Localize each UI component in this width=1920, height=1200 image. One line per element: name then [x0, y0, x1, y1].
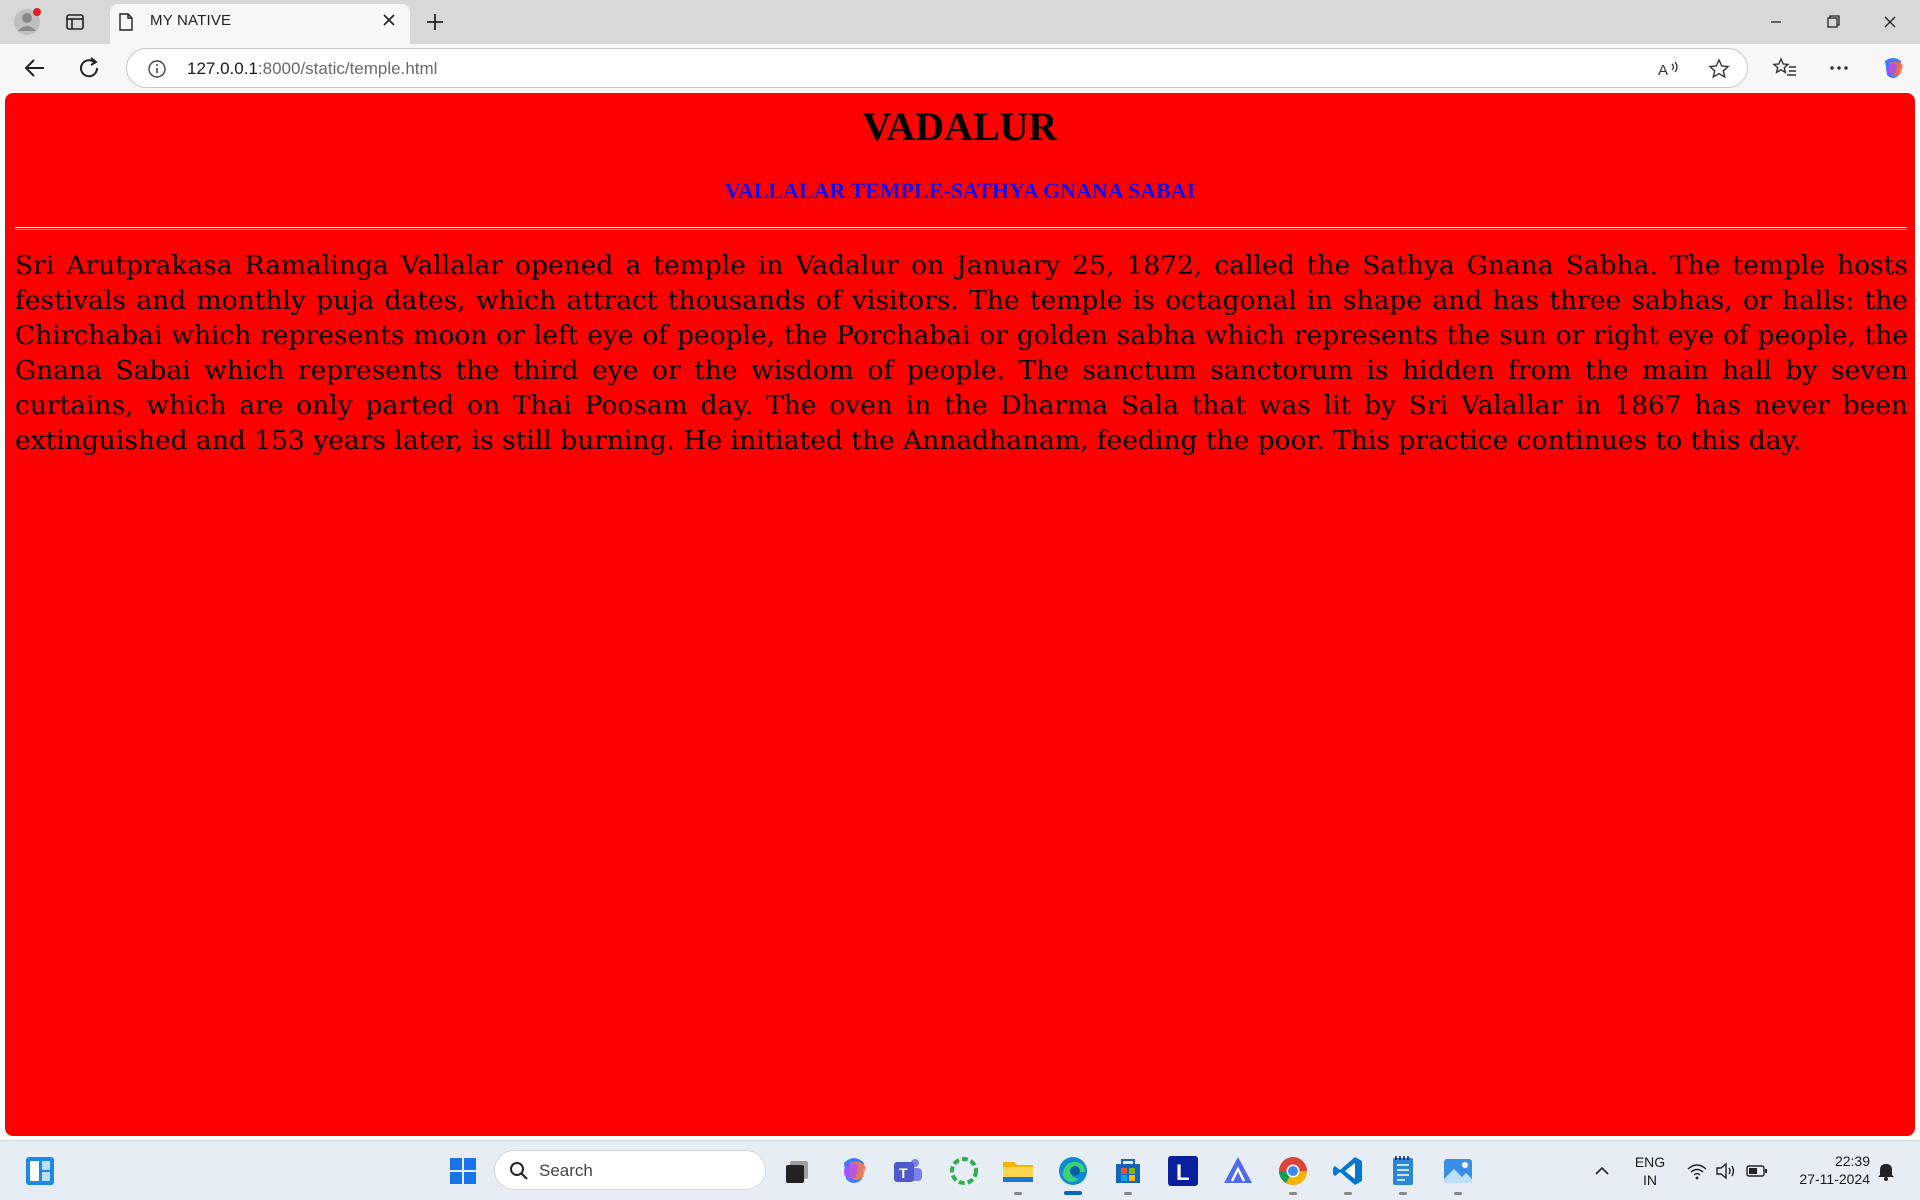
new-tab-icon[interactable] — [422, 9, 448, 35]
divider — [15, 227, 1907, 230]
clock[interactable]: 22:39 27-11-2024 — [1778, 1152, 1870, 1188]
chrome-running-indicator — [1289, 1192, 1297, 1195]
address-bar[interactable]: 127.0.0.1:8000/static/temple.html A — [126, 48, 1748, 88]
wifi-icon[interactable] — [1686, 1161, 1708, 1181]
volume-icon[interactable] — [1715, 1161, 1737, 1181]
page-subtitle: VALLALAR TEMPLE-SATHYA GNANA SABAI — [724, 178, 1196, 203]
svg-text:A: A — [1658, 62, 1668, 79]
file-explorer-running-indicator — [1014, 1192, 1022, 1195]
copilot-app-icon[interactable] — [836, 1153, 872, 1189]
close-window-icon[interactable] — [1867, 8, 1913, 36]
photos-icon[interactable] — [1440, 1153, 1476, 1189]
close-tab-icon[interactable] — [380, 11, 398, 29]
site-info-icon[interactable] — [147, 59, 167, 79]
profile-avatar-icon[interactable] — [12, 7, 42, 37]
vscode-icon[interactable] — [1330, 1153, 1366, 1189]
page-viewport: VADALUR VALLALAR TEMPLE-SATHYA GNANA SAB… — [5, 93, 1915, 1136]
restore-icon[interactable] — [1810, 8, 1856, 36]
tab-title: MY NATIVE — [150, 12, 232, 29]
favorite-star-icon[interactable] — [1707, 58, 1731, 80]
notepad-running-indicator — [1399, 1192, 1407, 1195]
chevron-up-icon[interactable] — [1591, 1161, 1613, 1181]
svg-text:L: L — [1176, 1160, 1189, 1185]
more-options-icon[interactable] — [1825, 55, 1853, 81]
start-icon[interactable] — [445, 1153, 481, 1189]
language-code: ENG — [1634, 1154, 1666, 1170]
store-icon[interactable] — [1110, 1153, 1146, 1189]
page-icon — [118, 13, 134, 31]
back-arrow-icon[interactable] — [20, 54, 50, 82]
edge-active-indicator — [1064, 1191, 1082, 1195]
task-view-icon[interactable] — [780, 1153, 816, 1189]
browser-tab-strip: MY NATIVE — [0, 0, 1920, 44]
copilot-icon[interactable] — [1879, 55, 1907, 81]
language-indicator[interactable]: ENG IN — [1630, 1153, 1670, 1189]
description-paragraph: Sri Arutprakasa Ramalinga Vallalar opene… — [15, 250, 1908, 456]
teams-icon[interactable]: T — [890, 1153, 926, 1189]
store-running-indicator — [1124, 1192, 1132, 1195]
svg-text:T: T — [899, 1165, 908, 1181]
search-placeholder: Search — [539, 1161, 593, 1180]
region-code: IN — [1643, 1172, 1657, 1188]
taskbar-search-input[interactable]: Search — [494, 1150, 766, 1190]
chrome-icon[interactable] — [1275, 1153, 1311, 1189]
battery-icon[interactable] — [1746, 1161, 1768, 1181]
page-title: VADALUR — [862, 104, 1058, 149]
clock-time: 22:39 — [1834, 1153, 1870, 1169]
minimize-icon[interactable] — [1753, 8, 1799, 36]
l-app-icon[interactable]: L — [1165, 1153, 1201, 1189]
sync-app-icon[interactable] — [946, 1153, 982, 1189]
edge-icon[interactable] — [1055, 1153, 1091, 1189]
photos-running-indicator — [1454, 1192, 1462, 1195]
refresh-icon[interactable] — [75, 54, 105, 82]
vscode-running-indicator — [1344, 1192, 1352, 1195]
read-aloud-icon[interactable]: A — [1657, 58, 1681, 80]
arc-app-icon[interactable] — [1220, 1153, 1256, 1189]
url-path: :8000/static/temple.html — [257, 59, 438, 78]
widgets-icon[interactable] — [22, 1153, 58, 1189]
tab-actions-icon[interactable] — [60, 8, 90, 36]
notification-bell-icon[interactable] — [1875, 1161, 1897, 1181]
file-explorer-icon[interactable] — [1000, 1153, 1036, 1189]
favorites-icon[interactable] — [1771, 55, 1799, 81]
url-host: 127.0.0.1 — [187, 59, 258, 78]
url-text[interactable]: 127.0.0.1:8000/static/temple.html — [187, 59, 437, 79]
search-icon — [509, 1161, 529, 1181]
taskbar: Search T L ENG IN 22:39 27-11-2024 — [0, 1140, 1920, 1200]
browser-toolbar: 127.0.0.1:8000/static/temple.html A — [0, 44, 1920, 92]
clock-date: 27-11-2024 — [1799, 1171, 1870, 1187]
notepad-icon[interactable] — [1385, 1153, 1421, 1189]
